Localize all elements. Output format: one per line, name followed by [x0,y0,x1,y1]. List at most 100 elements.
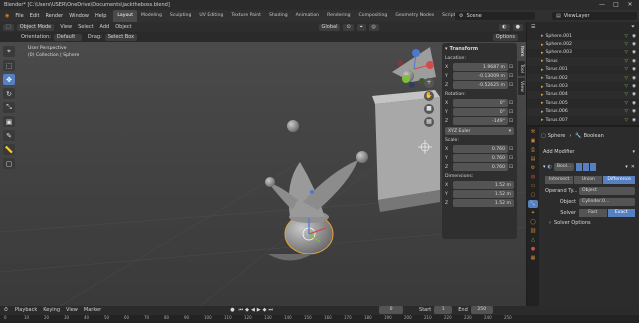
physics-icon[interactable]: ◯ [528,218,538,226]
eye-icon[interactable]: ◉ [632,50,636,55]
tab-animation[interactable]: Animation [292,10,323,22]
view-layer-icon[interactable]: ▤ [528,155,538,163]
chevron-down-icon[interactable]: ▾ [543,164,546,170]
menu-render[interactable]: Render [42,10,66,22]
drag-selector[interactable]: Select Box [104,33,138,41]
render-icon[interactable]: ▣ [528,137,538,145]
overlay-icon[interactable]: ◐ [499,23,510,31]
tab-tool[interactable]: Tool [518,61,525,77]
maximize-button[interactable]: □ [609,0,623,10]
outliner-editor-icon[interactable]: ☰ [531,24,535,30]
eye-icon[interactable]: ◉ [632,59,636,64]
snap-icon[interactable]: ⌖ [356,23,366,31]
tab-item[interactable]: Item [518,43,525,60]
eye-icon[interactable]: ◉ [632,101,636,106]
options-button[interactable]: Options [492,33,518,41]
rotation-x-field[interactable]: 0° [453,99,508,107]
list-item[interactable]: ▸ Torus.002 ▽ ◉ [527,73,639,83]
grid-icon[interactable]: ▦ [424,117,434,127]
modifier-wrench-icon[interactable]: 🔧 [528,200,538,208]
rotation-mode-selector[interactable]: XYZ Euler ▾ [445,127,514,135]
object-icon[interactable]: ▢ [528,191,538,199]
output-icon[interactable]: ⎙ [528,146,538,154]
lock-icon[interactable]: ⊡ [508,64,514,70]
material-icon[interactable]: ● [528,245,538,253]
eye-icon[interactable]: ◉ [632,76,636,81]
measure-icon[interactable]: 📏 [3,144,15,155]
operand-selector[interactable]: Object [579,187,635,195]
modifier-name-field[interactable]: Bool... [553,163,574,171]
list-item[interactable]: ▸ Torus.003 ▽ ◉ [527,82,639,90]
eye-icon[interactable]: ◉ [632,84,636,89]
close-icon[interactable]: ✕ [631,164,635,170]
dimensions-y-field[interactable]: 1.52 m [453,190,514,198]
tab-layout[interactable]: Layout [113,10,137,22]
object-selector[interactable]: Cylinder.0... [579,198,635,206]
editor-type-icon[interactable]: ⬚ [3,23,14,31]
tab-geometry-nodes[interactable]: Geometry Nodes [391,10,438,22]
end-frame-field[interactable]: 250 [470,306,493,314]
menu-view[interactable]: View [57,22,75,32]
scale-z-field[interactable]: 0.760 [453,163,508,171]
tab-view[interactable]: View [518,78,525,96]
play-icon[interactable]: ▶ [257,307,261,313]
pivot-icon[interactable]: ⊙ [343,23,354,31]
dimensions-z-field[interactable]: 1.52 m [453,199,514,207]
play-reverse-icon[interactable]: ◀ [251,307,255,313]
list-item[interactable]: ▸ Sphere.003 ▽ ◉ [527,49,639,57]
eye-icon[interactable]: ◉ [632,42,636,47]
filter-icon[interactable]: ⏷ [631,24,635,30]
timeline-ruler[interactable]: 0 10 20 30 40 50 60 70 80 90 100 110 120 130 140 150 160… [0,315,639,323]
edit-mode-toggle-icon[interactable] [575,163,582,171]
jump-end-icon[interactable]: ⏭ [269,307,274,313]
menu-object[interactable]: Object [112,22,134,32]
blender-logo-icon[interactable]: ◉ [2,10,12,22]
eye-icon[interactable]: ◉ [632,67,636,72]
proportional-edit-icon[interactable]: ◎ [368,23,379,31]
dropdown-icon[interactable]: ▾ [625,164,628,170]
location-x-field[interactable]: 1.9687 m [453,63,508,71]
list-item[interactable]: ▸ Torus.007 ▽ ◉ [527,116,639,124]
mode-selector[interactable]: Object Mode [16,23,55,31]
record-icon[interactable]: ● [230,307,234,313]
lock-icon[interactable]: ⊡ [508,82,514,88]
panel-header[interactable]: ▾ Transform [445,45,514,53]
exact-button[interactable]: Exact [607,209,635,217]
cursor-icon[interactable]: ⌖ [3,46,15,57]
tab-texture-paint[interactable]: Texture Paint [227,10,265,22]
zoom-icon[interactable]: + [424,78,434,88]
lock-icon[interactable]: ⊡ [508,146,514,152]
lock-icon[interactable]: ⊡ [508,155,514,161]
tab-shading[interactable]: Shading [265,10,292,22]
difference-button[interactable]: Difference [603,176,635,184]
union-button[interactable]: Union [574,176,603,184]
eye-icon[interactable]: ◉ [632,92,636,97]
location-z-field[interactable]: -0.52625 m [453,81,508,89]
menu-file[interactable]: File [12,10,26,22]
menu-marker[interactable]: Marker [81,305,104,315]
jump-start-icon[interactable]: ⏮ [239,307,244,313]
list-item[interactable]: ▸ Torus ▽ ◉ [527,57,639,66]
rotate-icon[interactable]: ↻ [3,88,15,99]
lock-icon[interactable]: ⊡ [508,109,514,115]
menu-keying[interactable]: Keying [40,305,63,315]
scale-icon[interactable]: ⤡ [3,102,15,113]
add-modifier-button[interactable]: Add Modifier ▾ [543,149,635,155]
menu-add[interactable]: Add [97,22,113,32]
tab-compositing[interactable]: Compositing [355,10,392,22]
eye-icon[interactable]: ◉ [632,118,636,123]
dimensions-x-field[interactable]: 1.52 m [453,181,514,189]
eye-icon[interactable]: ◉ [632,109,636,114]
list-item[interactable]: ▸ Torus.005 ▽ ◉ [527,99,639,107]
list-item[interactable]: ▸ Sphere.002 ▽ ◉ [527,40,639,49]
shading-solid-icon[interactable]: ● [512,23,523,31]
fast-button[interactable]: Fast [579,209,607,217]
location-y-field[interactable]: -0.13009 m [453,72,508,80]
timeline-editor-icon[interactable]: ⏱ [4,307,8,313]
eye-icon[interactable]: ◉ [632,34,636,39]
view-layer-selector[interactable]: ▤ ViewLayer [552,12,637,20]
particles-icon[interactable]: ✦ [528,209,538,217]
scene-selector[interactable]: ⚙ Scene [455,12,535,20]
current-frame-field[interactable]: 0 [379,306,404,314]
texture-icon[interactable]: ▦ [528,254,538,262]
